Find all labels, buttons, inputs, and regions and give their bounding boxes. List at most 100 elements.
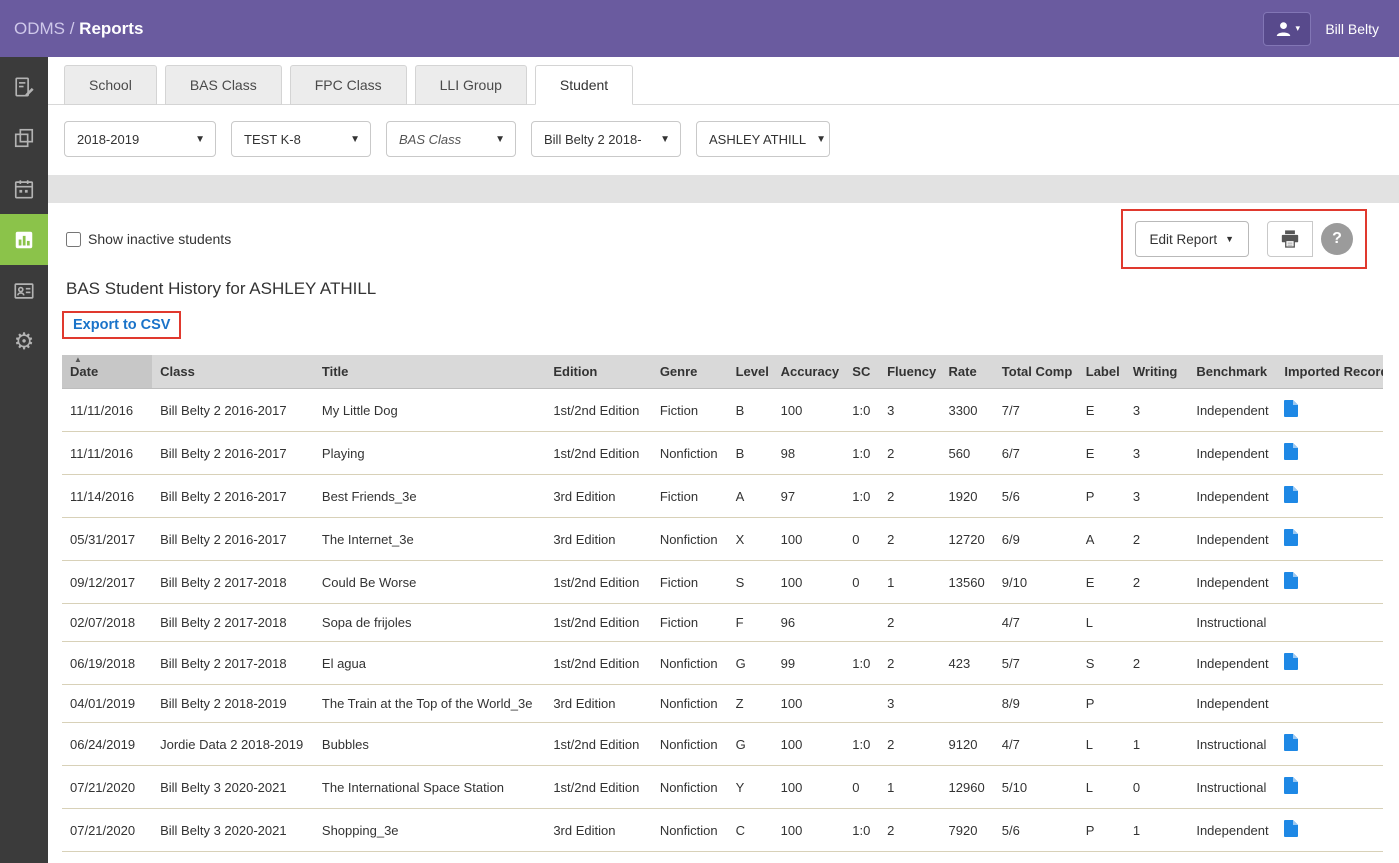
col-header-benchmark[interactable]: Benchmark (1188, 355, 1276, 389)
sidebar-item-students[interactable] (0, 265, 48, 316)
cell-sc: 1:0 (844, 642, 879, 685)
col-header-rate[interactable]: Rate (941, 355, 994, 389)
toolbar-annotation-box: Edit Report ▼ (1121, 209, 1367, 269)
cell-accuracy: 99 (773, 642, 845, 685)
cell-writing: 3 (1125, 432, 1188, 475)
cell-edition: 3rd Edition (545, 475, 651, 518)
col-header-label[interactable]: Label (1078, 355, 1125, 389)
table-row: 07/21/2020 Bill Belty 3 2020-2021 Shoppi… (62, 809, 1383, 852)
tab-school[interactable]: School (64, 65, 157, 105)
imported-record-document-icon[interactable] (1284, 820, 1298, 837)
col-header-date[interactable]: ▲Date (62, 355, 152, 389)
sidebar-item-reports[interactable] (0, 214, 48, 265)
cell-label: E (1078, 432, 1125, 475)
cell-level: A (728, 475, 773, 518)
col-header-fluency[interactable]: Fluency (879, 355, 940, 389)
school-select[interactable]: TEST K-8 ▼ (231, 121, 371, 157)
cell-fluency: 2 (879, 475, 940, 518)
cell-rate: 560 (941, 432, 994, 475)
help-button[interactable]: ? (1321, 223, 1353, 255)
imported-record-document-icon[interactable] (1284, 400, 1298, 417)
cell-total-comp: 5/6 (994, 809, 1078, 852)
imported-record-document-icon[interactable] (1284, 572, 1298, 589)
col-header-writing[interactable]: Writing (1125, 355, 1188, 389)
cell-imported-record (1276, 475, 1383, 518)
cell-class: Jordie Data 2 2018-2019 (152, 723, 314, 766)
cell-edition: 1st/2nd Edition (545, 432, 651, 475)
cell-label: S (1078, 642, 1125, 685)
student-contact-card-icon (13, 280, 35, 302)
cell-genre: Fiction (652, 475, 728, 518)
col-header-edition[interactable]: Edition (545, 355, 651, 389)
col-header-total-comp[interactable]: Total Comp (994, 355, 1078, 389)
show-inactive-checkbox[interactable] (66, 232, 81, 247)
cell-writing: 1 (1125, 809, 1188, 852)
cell-date: 09/12/2017 (62, 561, 152, 604)
cell-date: 07/21/2020 (62, 809, 152, 852)
chevron-down-icon: ▼ (660, 134, 670, 145)
cell-title: Best Friends (314, 852, 545, 863)
cell-accuracy: 96 (773, 604, 845, 642)
table-row: 07/21/2020 Bill Belty 3 2020-2021 The In… (62, 766, 1383, 809)
cell-label: P (1078, 809, 1125, 852)
imported-record-document-icon[interactable] (1284, 529, 1298, 546)
cell-total-comp: 6/7 (994, 432, 1078, 475)
cell-benchmark: Independent (1188, 518, 1276, 561)
cell-class: Bill Belty 2 2016-2017 (152, 475, 314, 518)
imported-record-document-icon[interactable] (1284, 653, 1298, 670)
print-button[interactable] (1267, 221, 1313, 257)
breadcrumb-app[interactable]: ODMS (14, 19, 65, 38)
tab-fpc-class[interactable]: FPC Class (290, 65, 407, 105)
cell-title: Shopping_3e (314, 809, 545, 852)
cell-class: Bill Belty 2 2017-2018 (152, 604, 314, 642)
tab-student[interactable]: Student (535, 65, 633, 105)
cell-title: My Little Dog (314, 389, 545, 432)
sidebar-item-assessments[interactable] (0, 61, 48, 112)
col-header-genre[interactable]: Genre (652, 355, 728, 389)
cell-label: E (1078, 389, 1125, 432)
sidebar-item-settings[interactable]: ⚙ (0, 316, 48, 367)
imported-record-document-icon[interactable] (1284, 443, 1298, 460)
col-header-accuracy[interactable]: Accuracy (773, 355, 845, 389)
chevron-down-icon: ▾ (1296, 23, 1301, 34)
user-name: Bill Belty (1325, 21, 1379, 37)
export-to-csv-link[interactable]: Export to CSV (73, 317, 170, 333)
edit-report-button[interactable]: Edit Report ▼ (1135, 221, 1249, 257)
col-header-imported-record[interactable]: Imported Record (1276, 355, 1383, 389)
imported-record-document-icon[interactable] (1284, 777, 1298, 794)
tab-bas-class[interactable]: BAS Class (165, 65, 282, 105)
cell-sc: 0 (844, 561, 879, 604)
cell-label: L (1078, 604, 1125, 642)
sidebar-item-classes[interactable] (0, 112, 48, 163)
cell-genre: Nonfiction (652, 642, 728, 685)
cell-writing: 1 (1125, 723, 1188, 766)
imported-record-document-icon[interactable] (1284, 734, 1298, 751)
cell-rate: 7920 (941, 809, 994, 852)
cell-label: A (1078, 518, 1125, 561)
cell-fluency: 1 (879, 766, 940, 809)
student-select[interactable]: ASHLEY ATHILL ▼ (696, 121, 830, 157)
chevron-down-icon: ▼ (350, 134, 360, 145)
cell-date: 11/14/2016 (62, 475, 152, 518)
cell-genre: Nonfiction (652, 723, 728, 766)
table-row: 11/11/2016 Bill Belty 2 2016-2017 My Lit… (62, 389, 1383, 432)
class-type-select[interactable]: BAS Class ▼ (386, 121, 516, 157)
cell-total-comp: 7/7 (994, 389, 1078, 432)
school-year-select[interactable]: 2018-2019 ▼ (64, 121, 216, 157)
main-area: School BAS Class FPC Class LLI Group Stu… (48, 57, 1399, 863)
user-menu-button[interactable]: ▾ (1263, 12, 1311, 46)
col-header-sc[interactable]: SC (844, 355, 879, 389)
table-row: 11/11/2016 Bill Belty 2 2016-2017 Playin… (62, 432, 1383, 475)
imported-record-document-icon[interactable] (1284, 486, 1298, 503)
cell-genre: Nonfiction (652, 766, 728, 809)
col-header-level[interactable]: Level (728, 355, 773, 389)
col-header-class[interactable]: Class (152, 355, 314, 389)
col-header-title[interactable]: Title (314, 355, 545, 389)
cell-imported-record (1276, 766, 1383, 809)
sidebar-item-calendar[interactable] (0, 163, 48, 214)
class-select[interactable]: Bill Belty 2 2018- ▼ (531, 121, 681, 157)
cell-class: Bill Belty 2 2016-2017 (152, 389, 314, 432)
cell-benchmark: Instructional (1188, 766, 1276, 809)
breadcrumb-separator: / (65, 19, 79, 38)
tab-lli-group[interactable]: LLI Group (415, 65, 527, 105)
